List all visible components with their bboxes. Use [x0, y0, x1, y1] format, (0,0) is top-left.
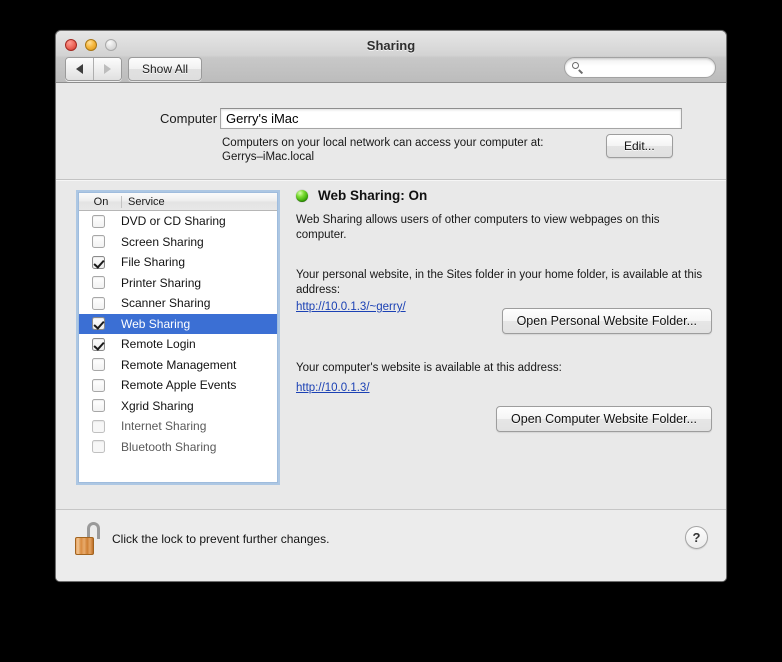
service-checkbox[interactable]	[92, 235, 105, 249]
sharing-preferences-window: Sharing Show All Computer Name: Gerry's …	[55, 30, 727, 582]
service-checkbox[interactable]	[92, 378, 105, 392]
column-header-on: On	[93, 195, 109, 208]
service-row[interactable]: Internet Sharing	[79, 416, 277, 437]
window-body: Computer Name: Computers on your local n…	[56, 83, 726, 581]
padlock-body	[75, 537, 94, 555]
search-input[interactable]	[588, 60, 707, 75]
service-description: Web Sharing allows users of other comput…	[296, 214, 660, 241]
computer-name-input[interactable]	[220, 108, 682, 129]
service-label: Remote Login	[121, 337, 196, 352]
open-computer-website-folder-button[interactable]: Open Computer Website Folder...	[496, 406, 712, 432]
service-checkbox[interactable]	[92, 317, 105, 331]
show-all-button[interactable]: Show All	[128, 57, 203, 81]
edit-button[interactable]: Edit...	[606, 134, 673, 158]
column-header-service: Service	[121, 195, 277, 208]
service-list-rows: DVD or CD Sharing Screen Sharing File Shar…	[79, 211, 277, 457]
window-titlebar: Sharing Show All	[56, 31, 726, 83]
service-label: Remote Management	[121, 357, 237, 372]
service-checkbox[interactable]	[92, 276, 105, 290]
open-personal-website-folder-label: Open Personal Website Folder...	[516, 314, 697, 328]
open-personal-website-folder-button[interactable]: Open Personal Website Folder...	[501, 308, 712, 334]
computer-name-section: Computer Name: Computers on your local n…	[56, 83, 726, 180]
service-checkbox[interactable]	[92, 214, 105, 228]
service-row[interactable]: Screen Sharing	[79, 232, 277, 253]
back-button[interactable]	[66, 58, 93, 80]
personal-website-description: Your personal website, in the Sites fold…	[296, 269, 703, 296]
service-row[interactable]: Web Sharing	[79, 313, 277, 334]
service-label: Internet Sharing	[121, 419, 207, 434]
navigation-segmented-control	[65, 57, 122, 81]
toolbar: Show All	[56, 56, 726, 83]
service-label: Web Sharing	[121, 316, 191, 331]
back-arrow-icon	[76, 64, 83, 74]
status-indicator-icon	[296, 189, 308, 202]
edit-button-label: Edit...	[624, 139, 655, 153]
service-checkbox[interactable]	[92, 337, 105, 351]
forward-arrow-icon	[104, 64, 111, 74]
service-row[interactable]: Scanner Sharing	[79, 293, 277, 314]
computer-name-description-line1: Computers on your local network can acce…	[222, 137, 544, 149]
service-list[interactable]: On Service DVD or CD Sharing Screen Shari…	[78, 192, 278, 483]
service-label: Printer Sharing	[121, 275, 202, 290]
service-label: Xgrid Sharing	[121, 398, 194, 413]
open-computer-website-folder-label: Open Computer Website Folder...	[511, 412, 697, 426]
service-checkbox[interactable]	[92, 358, 105, 372]
service-checkbox[interactable]	[92, 399, 105, 413]
computer-website-description: Your computer's website is available at …	[296, 362, 562, 374]
computer-name-hostname: Gerrys–iMac.local	[222, 151, 315, 163]
show-all-label: Show All	[142, 62, 189, 76]
service-status-row: Web Sharing: On	[296, 188, 712, 203]
search-field[interactable]	[564, 57, 716, 78]
service-row[interactable]: Remote Apple Events	[79, 375, 277, 396]
service-row[interactable]: Remote Login	[79, 334, 277, 355]
service-list-header: On Service	[79, 193, 277, 211]
service-label: Bluetooth Sharing	[121, 439, 217, 454]
unlocked-padlock-icon[interactable]	[75, 522, 103, 556]
lock-instruction-text: Click the lock to prevent further change…	[112, 532, 330, 546]
service-row[interactable]: Xgrid Sharing	[79, 396, 277, 417]
service-checkbox[interactable]	[92, 255, 105, 269]
page-title: Sharing	[366, 38, 416, 53]
computer-website-link-wrapper: http://10.0.1.3/	[296, 378, 370, 396]
lock-bar: Click the lock to prevent further change…	[56, 509, 726, 581]
service-row[interactable]: DVD or CD Sharing	[79, 211, 277, 232]
service-label: Scanner Sharing	[121, 296, 211, 311]
computer-website-link[interactable]: http://10.0.1.3/	[296, 382, 370, 394]
service-row[interactable]: Remote Management	[79, 355, 277, 376]
service-label: DVD or CD Sharing	[121, 214, 226, 229]
help-button[interactable]: ?	[685, 526, 708, 549]
help-button-label: ?	[692, 530, 701, 545]
service-checkbox[interactable]	[92, 440, 105, 454]
service-checkbox[interactable]	[92, 296, 105, 310]
service-label: Remote Apple Events	[121, 378, 237, 393]
forward-button	[93, 58, 121, 80]
search-icon	[572, 61, 584, 74]
computer-name-description: Computers on your local network can acce…	[222, 136, 642, 164]
service-label: Screen Sharing	[121, 234, 204, 249]
service-label: File Sharing	[121, 255, 186, 270]
service-detail-pane: Web Sharing: On Web Sharing allows users…	[296, 188, 712, 432]
main-content: On Service DVD or CD Sharing Screen Shari…	[56, 180, 726, 510]
service-row[interactable]: File Sharing	[79, 252, 277, 273]
service-row[interactable]: Printer Sharing	[79, 273, 277, 294]
service-checkbox[interactable]	[92, 419, 105, 433]
personal-website-link[interactable]: http://10.0.1.3/~gerry/	[296, 301, 406, 313]
status-badge: Web Sharing: On	[318, 188, 428, 203]
service-row[interactable]: Bluetooth Sharing	[79, 437, 277, 458]
